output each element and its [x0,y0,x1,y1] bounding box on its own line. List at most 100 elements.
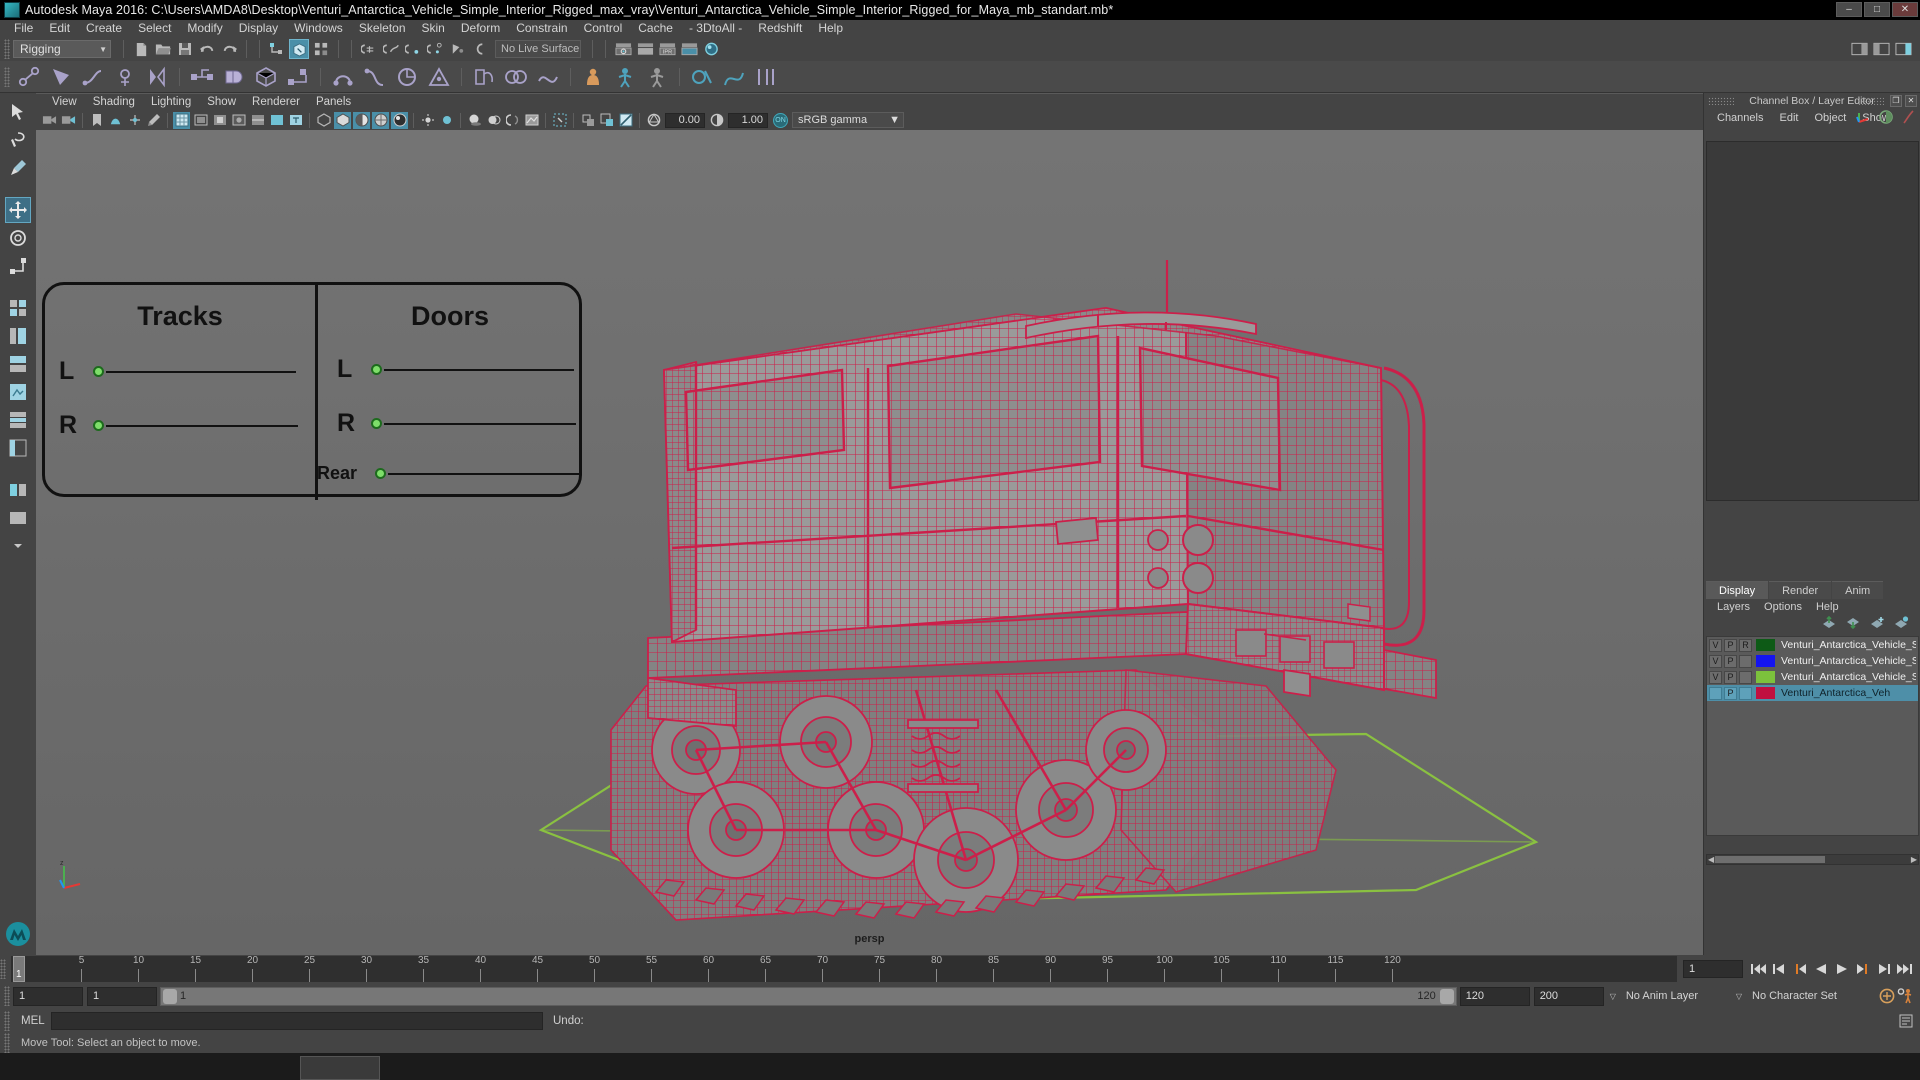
layer-visibility-toggle[interactable]: V [1709,670,1722,684]
menu-select[interactable]: Select [130,20,179,37]
tab-render[interactable]: Render [1769,581,1832,599]
minimize-button[interactable]: – [1836,2,1862,17]
control-handle-tracks-r[interactable] [93,420,104,431]
isolate-select-icon[interactable] [551,112,568,129]
save-scene-icon[interactable] [175,39,195,59]
control-handle-doors-l[interactable] [371,364,382,375]
parent-constraint-icon[interactable] [328,63,358,91]
cluster-deformer-icon[interactable] [283,63,313,91]
persp-outliner-layout-button[interactable] [5,323,31,349]
menu-skin[interactable]: Skin [414,20,453,37]
layer-visibility-toggle[interactable]: V [1709,638,1722,652]
auto-key-icon[interactable] [1878,987,1896,1005]
playback-end-field[interactable]: 120 [1459,986,1530,1006]
character-set-icon[interactable] [578,63,608,91]
scrollbar-thumb[interactable] [1715,856,1825,863]
color-profile-selector[interactable]: sRGB gamma ▼ [792,112,904,128]
single-persp-layout-button[interactable] [5,379,31,405]
aim-constraint-icon[interactable] [424,63,454,91]
menu-redshift[interactable]: Redshift [750,20,810,37]
layer-menu-help[interactable]: Help [1809,599,1846,616]
chevron-down-icon[interactable]: ▽ [1610,992,1616,1001]
contrast-icon[interactable] [1878,109,1894,130]
snap-grid-icon[interactable] [359,39,379,59]
range-grip[interactable] [4,986,10,1006]
render-current-frame-icon[interactable] [613,39,633,59]
curve-icon[interactable] [1900,109,1916,130]
motion-blur-icon[interactable] [504,112,521,129]
viewport-menu-view[interactable]: View [44,94,85,111]
two-d-pan-zoom-icon[interactable] [126,112,143,129]
snap-projected-center-icon[interactable] [425,39,445,59]
image-plane-icon[interactable] [107,112,124,129]
exposure-toggle-icon[interactable] [268,112,285,129]
paint-select-tool-button[interactable] [5,155,31,181]
create-deformer-icon[interactable] [469,63,499,91]
close-button[interactable]: ✕ [1892,2,1918,17]
color-management-toggle[interactable]: ON [773,112,788,128]
help-line-grip[interactable] [4,1033,10,1053]
snap-curve-icon[interactable] [381,39,401,59]
layer-row[interactable]: V P Venturi_Antarctica_Vehicle_Si [1707,653,1918,669]
gamma-field[interactable]: 1.00 [728,112,768,128]
layer-row-selected[interactable]: P Venturi_Antarctica_Veh [1707,685,1918,701]
four-view-layout-button[interactable] [5,295,31,321]
shading-textured-icon[interactable] [353,111,370,129]
animation-preferences-icon[interactable] [1896,987,1914,1005]
menu-edit[interactable]: Edit [41,20,78,37]
multisample-aa-icon[interactable] [523,112,540,129]
layer-row[interactable]: V P Venturi_Antarctica_Vehicle_Si [1707,669,1918,685]
sidebar-channel-box-icon[interactable] [1893,39,1913,59]
menu-control[interactable]: Control [576,20,631,37]
animation-end-field[interactable]: 200 [1533,986,1604,1006]
menu-modify[interactable]: Modify [179,20,230,37]
scroll-right-icon[interactable]: ▶ [1911,855,1917,864]
live-surface-field[interactable]: No Live Surface [495,40,581,58]
layer-playback-toggle[interactable]: P [1724,670,1737,684]
scale-tool-button[interactable] [5,253,31,279]
xray-joints-icon[interactable] [579,112,596,129]
select-camera-icon[interactable] [41,112,58,129]
outliner-persp-layout-button[interactable] [5,435,31,461]
layout-preset-a-button[interactable] [5,477,31,503]
new-layer-from-selection-icon[interactable] [1894,615,1909,634]
tab-display[interactable]: Display [1706,581,1769,599]
menu-deform[interactable]: Deform [453,20,508,37]
wireframe-on-shaded-icon[interactable] [372,111,389,129]
curve-tool-icon[interactable] [719,63,749,91]
snap-point-icon[interactable] [403,39,423,59]
sidebar-attribute-editor-icon[interactable] [1849,39,1869,59]
lasso-tool-button[interactable] [5,127,31,153]
play-backwards-button[interactable] [1812,960,1830,978]
previous-key-button[interactable] [1791,960,1809,978]
menu-skeleton[interactable]: Skeleton [351,20,414,37]
command-line-grip[interactable] [4,1011,10,1031]
select-by-object-icon[interactable] [289,39,309,59]
ambient-occlusion-icon[interactable] [485,112,502,129]
exposure-lut-icon[interactable] [617,112,634,129]
layer-menu-options[interactable]: Options [1757,599,1809,616]
control-handle-tracks-l[interactable] [93,366,104,377]
hypergraph-layout-button[interactable] [5,407,31,433]
bookmark-icon[interactable] [88,112,105,129]
tab-anim[interactable]: Anim [1832,581,1884,599]
hypershade-icon[interactable] [701,39,721,59]
play-forwards-button[interactable] [1833,960,1851,978]
close-icon[interactable]: ✕ [1905,95,1917,107]
wrap-deformer-icon[interactable] [533,63,563,91]
gate-mask-icon[interactable] [230,112,247,129]
blend-shape-icon[interactable] [501,63,531,91]
select-tool-button[interactable] [5,99,31,125]
open-scene-icon[interactable] [153,39,173,59]
layer-playback-toggle[interactable]: P [1724,654,1737,668]
channel-box-attribute-list[interactable] [1706,141,1919,501]
move-axis-icon[interactable] [1856,109,1872,130]
insert-joint-icon[interactable] [110,63,140,91]
rotate-tool-button[interactable] [5,225,31,251]
wireframe-shading-icon[interactable] [315,112,332,129]
paint-weights-icon[interactable] [219,63,249,91]
layer-reference-toggle[interactable]: R [1739,638,1752,652]
quick-rig-icon[interactable] [642,63,672,91]
step-forward-key-button[interactable] [1875,960,1893,978]
shadows-icon[interactable] [466,112,483,129]
